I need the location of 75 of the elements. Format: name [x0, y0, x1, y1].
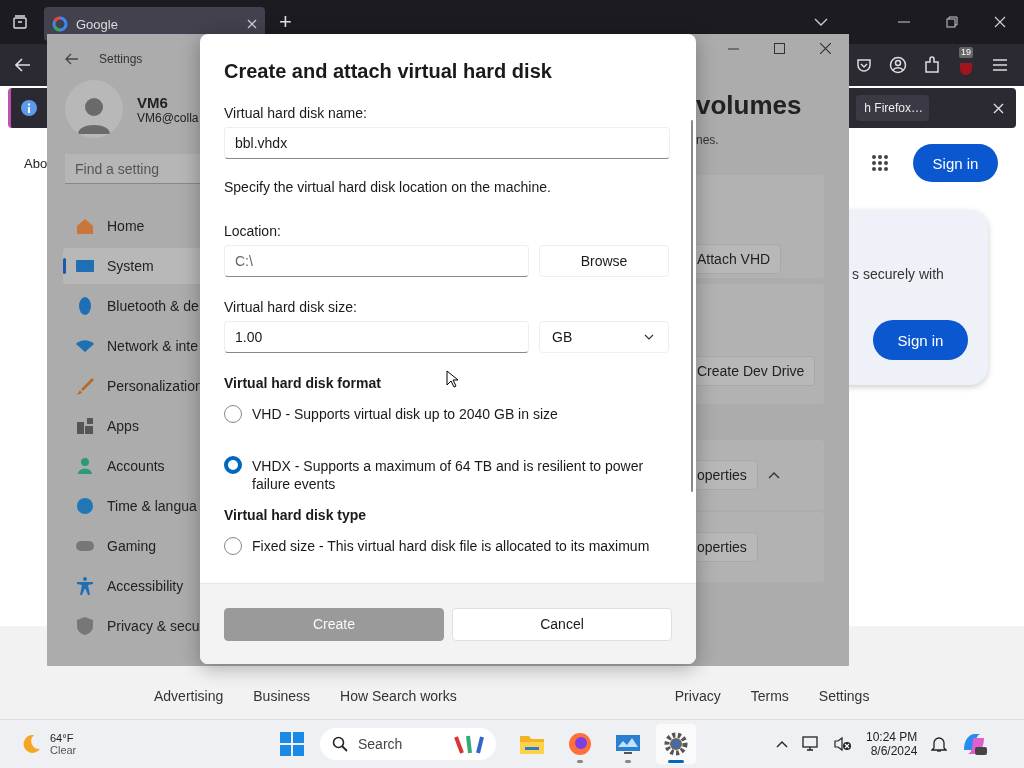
cursor-icon	[446, 370, 458, 388]
window-title: Settings	[99, 52, 143, 66]
radio-button[interactable]	[224, 456, 242, 474]
field-label: Virtual hard disk size:	[224, 299, 358, 315]
sign-in-button[interactable]: Sign in	[913, 144, 998, 182]
menu-icon[interactable]	[992, 58, 1008, 72]
tab-list-icon[interactable]	[12, 14, 28, 30]
gear-icon	[664, 732, 688, 756]
chevron-up-icon[interactable]	[776, 740, 788, 748]
bell-icon[interactable]	[931, 735, 948, 753]
section-heading: Virtual hard disk type	[224, 507, 367, 523]
field-label: Location:	[224, 223, 282, 239]
notification-button[interactable]: h Firefox…	[856, 95, 929, 121]
footer-link[interactable]: Business	[253, 688, 311, 704]
chevron-up-icon[interactable]	[767, 471, 780, 479]
extension-button[interactable]: 19	[957, 47, 975, 77]
dialog-button[interactable]: Cancel	[452, 607, 672, 641]
account-icon[interactable]	[889, 56, 907, 74]
field-label: Virtual hard disk name:	[224, 105, 368, 121]
person-icon	[75, 456, 95, 476]
search-field[interactable]: Search	[320, 728, 496, 760]
info-icon	[21, 100, 37, 116]
footer-link[interactable]: Settings	[818, 688, 870, 704]
apps-icon	[75, 416, 95, 436]
dialog-title: Create and attach virtual hard disk	[224, 60, 553, 83]
folder-icon	[519, 733, 545, 755]
sign-in-button[interactable]: Sign in	[873, 320, 968, 360]
back-arrow-icon[interactable]	[65, 53, 79, 65]
pocket-icon[interactable]	[856, 57, 872, 73]
chevron-down-icon	[644, 334, 654, 340]
name-field[interactable]: bbl.vhdx	[224, 127, 670, 159]
radio-option[interactable]: Fixed size - This virtual hard disk file is allocated to its maximum	[224, 537, 672, 555]
accessibility-icon	[75, 576, 95, 596]
user-name: VM6	[137, 93, 169, 111]
new-tab-button[interactable]: +	[279, 9, 292, 35]
browse-button[interactable]: Browse	[539, 245, 669, 277]
count-badge: 19	[959, 47, 973, 58]
taskbar-app[interactable]	[656, 724, 696, 764]
temperature: 64°F	[50, 732, 75, 744]
landscape-icon	[615, 733, 641, 755]
footer-link[interactable]: Privacy	[674, 688, 721, 704]
close-icon[interactable]	[820, 43, 831, 54]
about-link[interactable]: Abo	[24, 155, 48, 171]
copilot-icon[interactable]	[961, 732, 988, 756]
location-field[interactable]: C:\	[224, 245, 529, 277]
footer-link[interactable]: Terms	[750, 688, 789, 704]
unit-dropdown[interactable]: GB	[539, 321, 669, 353]
speaker-muted-icon[interactable]	[834, 736, 852, 752]
puzzle-icon[interactable]	[924, 56, 940, 74]
shield-icon	[75, 616, 95, 636]
size-field[interactable]: 1.00	[224, 321, 529, 353]
restore-icon[interactable]	[946, 16, 958, 28]
user-email: VM6@colla	[137, 110, 199, 125]
network-icon[interactable]	[802, 736, 820, 752]
footer-link[interactable]: Advertising	[154, 688, 224, 704]
page-heading: volumes	[696, 90, 803, 121]
apps-grid-icon[interactable]	[871, 154, 889, 172]
chevron-down-icon[interactable]	[814, 17, 828, 27]
brush-icon	[75, 376, 95, 396]
shield-icon	[958, 61, 974, 77]
clock[interactable]: 10:24 PM 8/6/2024	[866, 730, 918, 758]
page-description: nes.	[696, 133, 720, 147]
radio-option[interactable]: VHDX - Supports a maximum of 64 TB and is resilient to power failure events	[224, 457, 672, 493]
house-icon	[75, 216, 95, 236]
radio-option[interactable]: VHD - Supports virtual disk up to 2040 GB in size	[224, 405, 672, 423]
footer-link[interactable]: How Search works	[340, 688, 457, 704]
google-logo-icon	[52, 16, 68, 32]
maximize-icon[interactable]	[774, 43, 785, 54]
weather-condition: Clear	[50, 744, 77, 756]
search-icon	[332, 736, 348, 752]
scrollbar[interactable]	[691, 120, 693, 492]
windows-start-icon[interactable]	[280, 732, 304, 756]
card-text: s securely with	[852, 266, 944, 282]
section-heading: Virtual hard disk format	[224, 375, 381, 391]
browser-icon	[568, 732, 592, 756]
